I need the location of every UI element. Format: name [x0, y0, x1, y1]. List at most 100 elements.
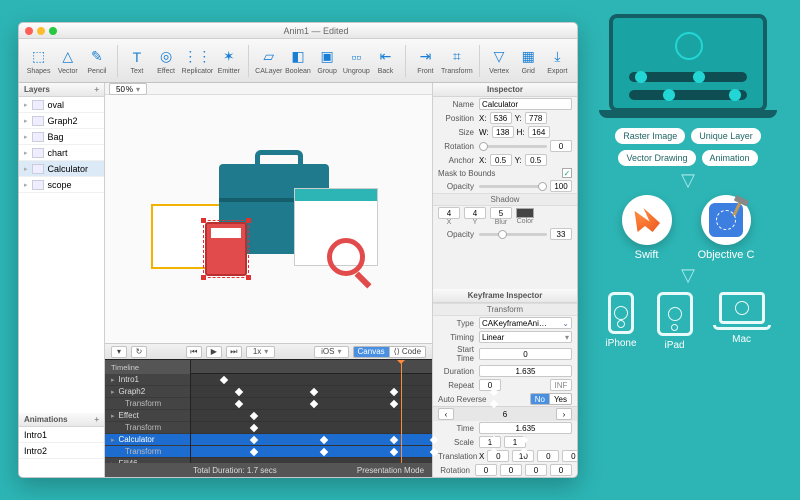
- add-layer-button[interactable]: +: [94, 85, 99, 94]
- timeline-track[interactable]: [191, 422, 432, 434]
- keyframe-icon[interactable]: [320, 448, 328, 456]
- shadow-color-swatch[interactable]: [516, 208, 534, 218]
- shadow-opacity-slider[interactable]: [479, 233, 547, 236]
- timeline-track-label[interactable]: ▸Intro1: [105, 374, 190, 386]
- kf-repeat-field[interactable]: 0: [479, 379, 501, 391]
- kf-tr-w[interactable]: 0: [562, 450, 578, 462]
- grid-tool[interactable]: ▦Grid: [515, 47, 542, 75]
- timeline-collapse-button[interactable]: ▾: [111, 346, 127, 358]
- kf-rot-x[interactable]: 0: [475, 464, 497, 476]
- group-tool[interactable]: ▣Group: [314, 47, 341, 75]
- timeline-loop-button[interactable]: ↻: [131, 346, 147, 358]
- rewind-button[interactable]: ⏮: [186, 346, 202, 358]
- window-zoom-icon[interactable]: [49, 27, 57, 35]
- timeline-tracks[interactable]: [191, 360, 432, 477]
- layer-row[interactable]: ▸Bag: [19, 129, 104, 145]
- anchor-y-field[interactable]: 0.5: [525, 154, 547, 166]
- shadow-blur-field[interactable]: 5: [490, 207, 512, 219]
- kf-timing-select[interactable]: Linear▾: [479, 331, 572, 343]
- front-tool[interactable]: ⇥Front: [412, 47, 439, 75]
- timeline-track-label[interactable]: ▸Graph2: [105, 386, 190, 398]
- keyframe-icon[interactable]: [320, 436, 328, 444]
- keyframe-icon[interactable]: [250, 448, 258, 456]
- rotation-slider[interactable]: [479, 145, 547, 148]
- replicator-tool[interactable]: ⋮⋮Replicator: [182, 47, 214, 75]
- timeline-track[interactable]: [191, 434, 432, 446]
- layer-row[interactable]: ▸scope: [19, 177, 104, 193]
- position-x-field[interactable]: 536: [490, 112, 512, 124]
- kf-autoreverse-segment[interactable]: No Yes: [530, 393, 572, 405]
- mask-checkbox[interactable]: ✓: [562, 168, 572, 178]
- kf-type-select[interactable]: CAKeyframeAni…⌄: [479, 317, 572, 329]
- kf-rot-w[interactable]: 0: [550, 464, 572, 476]
- keyframe-icon[interactable]: [220, 376, 228, 384]
- emitter-tool[interactable]: ✶Emitter: [215, 47, 242, 75]
- timeline-track-label[interactable]: Transform: [105, 398, 190, 410]
- boolean-tool[interactable]: ◧Boolean: [284, 47, 311, 75]
- keyframe-icon[interactable]: [390, 436, 398, 444]
- vertex-tool[interactable]: ▽Vertex: [485, 47, 512, 75]
- transform-tool[interactable]: ⌗Transform: [441, 47, 473, 75]
- shadow-opacity-field[interactable]: 33: [550, 228, 572, 240]
- kf-time-field[interactable]: 1.635: [479, 422, 572, 434]
- text-tool[interactable]: TText: [123, 47, 150, 75]
- keyframe-icon[interactable]: [235, 400, 243, 408]
- name-field[interactable]: Calculator: [479, 98, 572, 110]
- calayer-tool[interactable]: ▱CALayer: [255, 47, 282, 75]
- timeline-track[interactable]: [191, 446, 432, 458]
- animation-row[interactable]: Intro1: [19, 427, 104, 443]
- code-mode-button[interactable]: ⟨⟩Code: [390, 346, 426, 358]
- timeline-track-label[interactable]: ▸Calculator: [105, 434, 190, 446]
- speed-select[interactable]: 1x▾: [246, 346, 275, 358]
- timeline-track-label[interactable]: ▸Effect: [105, 410, 190, 422]
- preview-mode-segment[interactable]: Canvas ⟨⟩Code: [353, 346, 427, 358]
- keyframe-icon[interactable]: [310, 388, 318, 396]
- position-y-field[interactable]: 778: [525, 112, 547, 124]
- keyframe-icon[interactable]: [390, 400, 398, 408]
- kf-rot-z[interactable]: 0: [525, 464, 547, 476]
- keyframe-icon[interactable]: [250, 424, 258, 432]
- kf-tr-z[interactable]: 0: [537, 450, 559, 462]
- canvas[interactable]: [105, 95, 432, 343]
- shadow-y-field[interactable]: 4: [464, 207, 486, 219]
- anchor-x-field[interactable]: 0.5: [490, 154, 512, 166]
- timeline-track-label[interactable]: Transform: [105, 446, 190, 458]
- shadow-x-field[interactable]: 4: [438, 207, 460, 219]
- add-animation-button[interactable]: +: [94, 415, 99, 424]
- kf-next-button[interactable]: ›: [556, 408, 572, 420]
- keyframe-icon[interactable]: [310, 400, 318, 408]
- window-close-icon[interactable]: [25, 27, 33, 35]
- keyframe-icon[interactable]: [250, 412, 258, 420]
- presentation-mode-label[interactable]: Presentation Mode: [357, 466, 424, 475]
- zoom-select[interactable]: 50 % ▾: [109, 83, 147, 95]
- ungroup-tool[interactable]: ▫▫Ungroup: [343, 47, 370, 75]
- keyframe-icon[interactable]: [235, 388, 243, 396]
- back-tool[interactable]: ⇤Back: [372, 47, 399, 75]
- timeline-track[interactable]: [191, 398, 432, 410]
- layer-row[interactable]: ▸oval: [19, 97, 104, 113]
- kf-duration-field[interactable]: 1.635: [479, 365, 572, 377]
- shapes-tool[interactable]: ⬚Shapes: [25, 47, 52, 75]
- window-minimize-icon[interactable]: [37, 27, 45, 35]
- timeline-track[interactable]: [191, 386, 432, 398]
- kf-prev-button[interactable]: ‹: [438, 408, 454, 420]
- opacity-field[interactable]: 100: [550, 180, 572, 192]
- width-field[interactable]: 138: [492, 126, 514, 138]
- layer-scope[interactable]: [327, 238, 365, 276]
- pencil-tool[interactable]: ✎Pencil: [83, 47, 110, 75]
- kf-rot-y[interactable]: 0: [500, 464, 522, 476]
- keyframe-icon[interactable]: [390, 448, 398, 456]
- layer-calculator[interactable]: [205, 222, 247, 276]
- vector-tool[interactable]: △Vector: [54, 47, 81, 75]
- forward-button[interactable]: ⏭: [226, 346, 242, 358]
- kf-start-field[interactable]: 0: [479, 348, 572, 360]
- layer-row[interactable]: ▸chart: [19, 145, 104, 161]
- rotation-field[interactable]: 0: [550, 140, 572, 152]
- timeline-track[interactable]: [191, 374, 432, 386]
- timeline-track[interactable]: [191, 410, 432, 422]
- effect-tool[interactable]: ◎Effect: [152, 47, 179, 75]
- kf-inf-button[interactable]: INF: [550, 379, 572, 391]
- opacity-slider[interactable]: [479, 185, 547, 188]
- timeline-track-label[interactable]: Transform: [105, 422, 190, 434]
- canvas-mode-button[interactable]: Canvas: [353, 346, 390, 358]
